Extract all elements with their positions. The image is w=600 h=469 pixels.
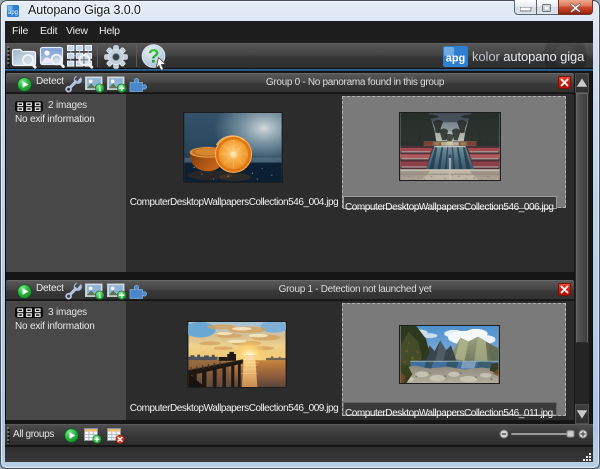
svg-text:apg: apg <box>8 10 18 16</box>
svg-text:apg: apg <box>446 53 466 65</box>
